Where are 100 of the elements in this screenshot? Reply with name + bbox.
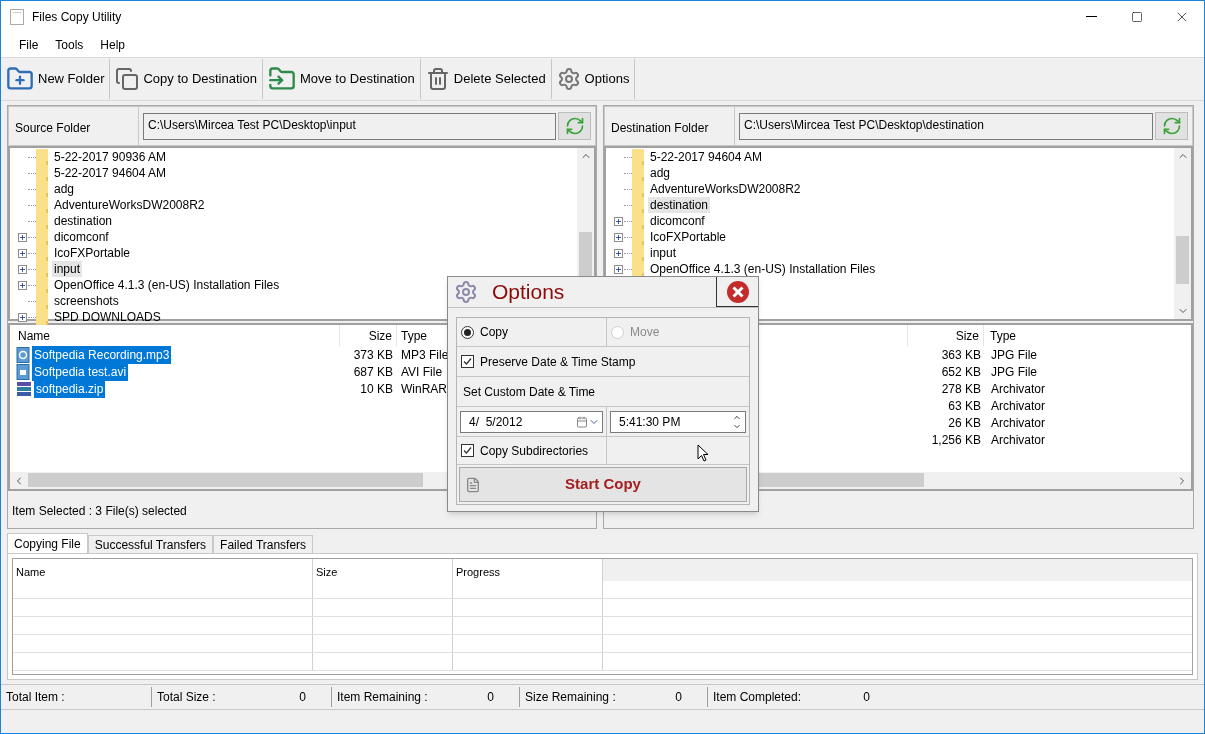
folder-icon [632,149,644,165]
file-size: 26 KB [947,414,982,432]
expand-icon[interactable] [18,232,27,242]
folder-name[interactable]: destination [648,197,711,213]
column-header[interactable]: Size [313,559,453,598]
column-header[interactable]: Type [984,325,1016,346]
folder-name[interactable]: 5-22-2017 94604 AM [52,165,169,181]
toolbar-button[interactable]: Options [551,59,636,99]
file-size: 373 KB [352,346,394,364]
selection-status: Item Selected : 3 File(s) selected [12,503,187,520]
folder-name[interactable]: dicomconf [52,229,111,245]
toolbar-button[interactable]: Move to Destination [262,59,421,99]
status-label: Item Remaining : [337,689,428,706]
settings-icon [454,280,478,304]
folder-icon [36,309,48,325]
folder-name[interactable]: adg [648,165,673,181]
checkbox-label[interactable]: Copy Subdirectories [480,441,589,460]
expand-icon[interactable] [614,216,623,226]
close-button[interactable] [716,277,758,307]
folder-name[interactable]: SPD DOWNLOADS [52,309,163,325]
folder-label: Destination Folder [605,107,735,145]
expand-icon[interactable] [18,264,27,274]
close-icon [725,279,750,304]
expand-icon[interactable] [18,248,27,258]
folder-label: Source Folder [9,107,139,145]
folder-name[interactable]: dicomconf [648,213,707,229]
refresh-icon [564,116,585,136]
folder-name[interactable]: OpenOffice 4.1.3 (en-US) Installation Files [52,277,282,293]
window-title: Files Copy Utility [32,8,122,26]
column-header[interactable]: Type [397,325,427,346]
refresh-source-button[interactable] [558,112,591,140]
check-icon [463,357,472,366]
time-field[interactable]: 5:41:30 PM [610,410,746,433]
document-icon [465,476,481,493]
checkbox[interactable] [461,444,474,457]
file-size: 1,256 KB [930,431,982,449]
column-header[interactable]: Size [908,325,984,346]
folder-name[interactable]: destination [52,213,115,229]
folder-name[interactable]: OpenOffice 4.1.3 (en-US) Installation Files [648,261,878,277]
trash-icon [425,67,450,91]
folder-name[interactable]: 5-22-2017 94604 AM [648,149,765,165]
tab[interactable]: Successful Transfers [87,535,214,553]
folder-name[interactable]: IcoFXPortable [648,229,729,245]
folder-name[interactable]: AdventureWorksDW2008R2 [52,197,207,213]
column-header[interactable]: Size [340,325,397,346]
column-header[interactable]: Name [13,559,313,598]
folder-name[interactable]: 5-22-2017 90936 AM [52,149,169,165]
copy-icon [115,67,140,91]
settings-icon [556,67,581,91]
folder-icon [632,261,644,277]
status-label: Size Remaining : [525,689,616,706]
cursor-icon [697,444,709,462]
folder-name[interactable]: AdventureWorksDW2008R2 [648,181,803,197]
expand-icon[interactable] [614,264,623,274]
toolbar-button[interactable]: New Folder [1,59,111,99]
checkbox-label[interactable]: Preserve Date & Time Stamp [480,352,636,371]
radio-option[interactable]: Copy [457,318,607,346]
status-label: Item Completed: [713,689,802,706]
tab[interactable]: Failed Transfers [213,535,314,553]
calendar-dropdown-icon[interactable] [576,415,600,428]
file-size: 63 KB [947,397,982,415]
file-name: Softpedia Recording.mp3 [32,345,172,364]
expand-icon[interactable] [614,248,623,258]
file-type: MP3 File [400,346,449,364]
expand-icon[interactable] [18,280,27,290]
toolbar-button[interactable]: Delete Selected [420,59,552,99]
menu-item[interactable]: File [11,35,47,54]
folder-name[interactable]: IcoFXPortable [52,245,133,261]
file-size: 652 KB [940,363,982,381]
file-type: JPG File [990,346,1037,364]
expand-icon[interactable] [614,232,623,242]
folder-plus-icon [6,65,34,93]
scroll-thumb[interactable] [1176,236,1189,284]
radio-icon [461,325,474,339]
toolbar-button[interactable]: Copy to Destination [110,59,263,99]
folder-name[interactable]: input [648,245,679,261]
menu-item[interactable]: Tools [47,35,92,54]
file-size: 278 KB [940,380,982,398]
file-size: 363 KB [940,346,982,364]
folder-icon [36,149,48,165]
radio-icon [611,325,624,339]
status-label: Total Item : [6,689,65,706]
tab[interactable]: Copying File [7,533,88,553]
folder-name[interactable]: screenshots [52,293,121,309]
refresh-destination-button[interactable] [1155,112,1188,140]
expand-icon[interactable] [18,312,27,322]
status-value: 0 [487,689,494,706]
folder-path-field[interactable]: C:\Users\Mircea Test PC\Desktop\input [143,112,556,140]
file-type: AVI File [400,363,443,381]
folder-path-field[interactable]: C:\Users\Mircea Test PC\Desktop\destination [739,112,1153,140]
folder-name[interactable]: input [52,261,83,277]
folder-name[interactable]: adg [52,181,77,197]
checkbox[interactable] [461,355,474,368]
menu-item[interactable]: Help [92,35,134,54]
status-value: 0 [863,689,870,706]
vertical-scrollbar[interactable] [1174,148,1191,319]
date-field[interactable]: 4/ 5/2012 [460,410,603,433]
status-value: 0 [299,689,306,706]
start-copy-button[interactable]: Start Copy [459,467,747,502]
minimize-icon [1086,16,1097,17]
